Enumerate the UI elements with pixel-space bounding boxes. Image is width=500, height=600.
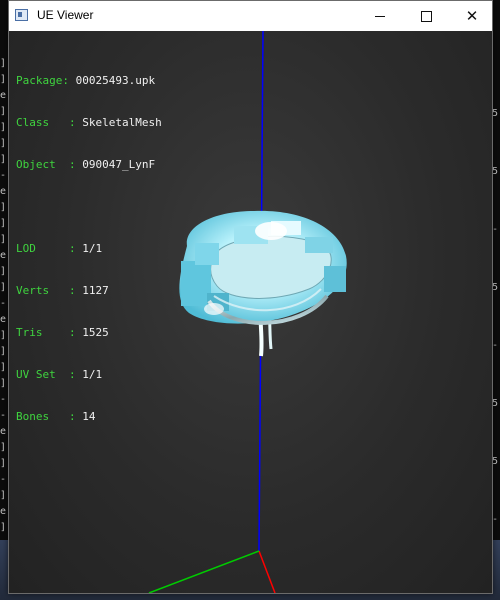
- info-key: Class :: [16, 116, 83, 129]
- info-value: 00025493.upk: [75, 74, 156, 87]
- info-row-class: Class : SkeletalMesh: [16, 116, 162, 130]
- console-glyph: -: [492, 340, 499, 351]
- console-glyph: ]: [0, 202, 7, 213]
- console-glyph: -: [492, 224, 499, 235]
- info-row-uvset: UV Set : 1/1: [16, 368, 162, 382]
- info-value: 1/1: [82, 368, 103, 381]
- console-glyph: ]: [0, 266, 7, 277]
- console-glyph: ]: [0, 378, 7, 389]
- minimize-button[interactable]: [357, 1, 403, 31]
- info-row-lod: LOD : 1/1: [16, 242, 162, 256]
- app-icon: [15, 9, 28, 21]
- console-glyph: 5: [492, 108, 499, 119]
- console-glyph: ]: [0, 58, 7, 69]
- console-glyph: e: [0, 314, 7, 325]
- console-glyph: e: [0, 506, 7, 517]
- axis-x-line: [258, 550, 276, 593]
- minimize-icon: [375, 15, 385, 17]
- console-glyph: 5: [492, 282, 499, 293]
- console-glyph: -: [0, 170, 7, 181]
- info-row-tris: Tris : 1525: [16, 326, 162, 340]
- console-glyph: ]: [0, 458, 7, 469]
- console-glyph: ]: [0, 490, 7, 501]
- info-key: Bones :: [16, 410, 83, 423]
- close-icon: ✕: [465, 6, 479, 25]
- console-glyph: ]: [0, 442, 7, 453]
- console-glyph: -: [0, 394, 7, 405]
- console-glyph: ]: [0, 74, 7, 85]
- info-key: Package:: [16, 74, 76, 87]
- info-value: 1127: [82, 284, 109, 297]
- console-glyph: -: [492, 514, 499, 525]
- console-glyph: e: [0, 90, 7, 101]
- console-glyph: ]: [0, 522, 7, 533]
- info-value: 090047_LynF: [82, 158, 156, 171]
- console-glyph: ]: [0, 362, 7, 373]
- mesh-info-panel: Package: 00025493.upk Class : SkeletalMe…: [16, 46, 162, 452]
- info-key: UV Set :: [16, 368, 83, 381]
- info-key: Object :: [16, 158, 83, 171]
- info-value: 1525: [82, 326, 109, 339]
- window-title: UE Viewer: [37, 8, 94, 22]
- console-glyph: ]: [0, 234, 7, 245]
- info-key: Verts :: [16, 284, 83, 297]
- console-glyph: ]: [0, 282, 7, 293]
- info-value: 14: [82, 410, 96, 423]
- console-glyph: ]: [0, 346, 7, 357]
- info-row-verts: Verts : 1127: [16, 284, 162, 298]
- info-key: Tris :: [16, 326, 83, 339]
- console-glyph: ]: [0, 218, 7, 229]
- info-row-bones: Bones : 14: [16, 410, 162, 424]
- console-glyph: -: [0, 474, 7, 485]
- skeletal-mesh: [179, 210, 347, 357]
- ue-viewer-window: UE Viewer ✕ Package: 00025493.upk Class …: [8, 0, 493, 594]
- console-glyph: -: [0, 298, 7, 309]
- console-glyph: 5: [492, 456, 499, 467]
- console-glyph: e: [0, 186, 7, 197]
- info-row-object: Object : 090047_LynF: [16, 158, 162, 172]
- info-key: LOD :: [16, 242, 83, 255]
- console-glyph: ]: [0, 106, 7, 117]
- info-value: SkeletalMesh: [82, 116, 162, 129]
- axis-y-line: [148, 550, 260, 593]
- maximize-icon: [420, 10, 432, 22]
- console-glyph: ]: [0, 154, 7, 165]
- console-glyph: ]: [0, 122, 7, 133]
- console-glyph: 5: [492, 166, 499, 177]
- background-console-right: 5 5 - 5 - 5 5 -: [492, 0, 500, 600]
- title-bar[interactable]: UE Viewer ✕: [9, 1, 492, 32]
- console-glyph: e: [0, 426, 7, 437]
- info-row-package: Package: 00025493.upk: [16, 74, 162, 88]
- console-glyph: 5: [492, 398, 499, 409]
- info-spacer: [16, 200, 162, 214]
- console-glyph: e: [0, 250, 7, 261]
- console-glyph: ]: [0, 330, 7, 341]
- maximize-button[interactable]: [403, 1, 449, 31]
- console-glyph: ]: [0, 138, 7, 149]
- console-glyph: -: [0, 410, 7, 421]
- info-value: 1/1: [82, 242, 103, 255]
- 3d-viewport[interactable]: Package: 00025493.upk Class : SkeletalMe…: [9, 31, 492, 593]
- close-button[interactable]: ✕: [449, 1, 495, 31]
